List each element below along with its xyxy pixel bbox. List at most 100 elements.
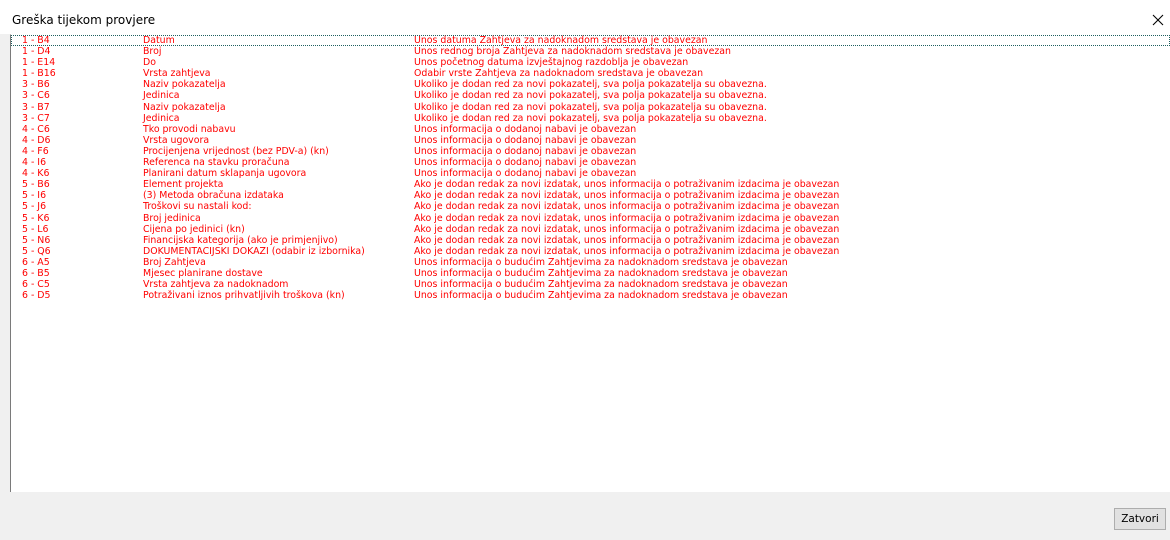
error-row[interactable]: 5 - Q6 DOKUMENTACIJSKI DOKAZI (odabir iz … xyxy=(11,246,1170,257)
error-message: Unos informacija o dodanoj nabavi je oba… xyxy=(414,123,637,135)
field-name: Troškovi su nastali kod: xyxy=(143,201,252,213)
error-message: Ako je dodan redak za novi izdatak, unos… xyxy=(414,190,840,202)
error-row[interactable]: 4 - D6 Vrsta ugovora Unos informacija o do… xyxy=(11,135,1170,146)
cell-reference: 3 - B7 xyxy=(22,101,50,113)
cell-reference: 5 - Q6 xyxy=(22,245,51,257)
error-row[interactable]: 4 - C6 Tko provodi nabavu Unos informacija… xyxy=(11,124,1170,135)
error-message: Unos početnog datuma izvještajnog razdob… xyxy=(414,57,689,69)
cell-reference: 3 - C7 xyxy=(22,112,50,124)
error-row[interactable]: 1 - B16 Vrsta zahtjeva Odabir vrste Zahtje… xyxy=(11,68,1170,79)
field-name: Jedinica xyxy=(143,90,180,102)
field-name: Tko provodi nabavu xyxy=(143,123,236,135)
error-row[interactable]: 4 - I6 Referenca na stavku proračuna Unos … xyxy=(11,157,1170,168)
error-message: Ako je dodan redak za novi izdatak, unos… xyxy=(414,201,840,213)
error-row[interactable]: 6 - A5 Broj Zahtjeva Unos informacija o bu… xyxy=(11,257,1170,268)
title-bar: Greška tijekom provjere xyxy=(0,0,1170,34)
error-message: Ukoliko je dodan red za novi pokazatelj,… xyxy=(414,90,767,102)
field-name: Broj jedinica xyxy=(143,212,201,224)
error-row[interactable]: 4 - K6 Planirani datum sklapanja ugovora U… xyxy=(11,168,1170,179)
cell-reference: 5 - J6 xyxy=(22,201,47,213)
field-name: Referenca na stavku proračuna xyxy=(143,157,290,169)
error-row[interactable]: 5 - N6 Financijska kategorija (ako je pri… xyxy=(11,235,1170,246)
cell-reference: 5 - I6 xyxy=(22,190,47,202)
error-message: Ako je dodan redak za novi izdatak, unos… xyxy=(414,179,840,191)
cell-reference: 1 - B16 xyxy=(22,68,56,80)
cell-reference: 3 - B6 xyxy=(22,79,50,91)
cell-reference: 5 - B6 xyxy=(22,179,50,191)
error-row[interactable]: 3 - C6 Jedinica Ukoliko je dodan red za no… xyxy=(11,90,1170,101)
field-name: DOKUMENTACIJSKI DOKAZI (odabir iz izborn… xyxy=(143,245,365,257)
cell-reference: 4 - C6 xyxy=(22,123,50,135)
error-message: Unos rednog broja Zahtjeva za nadoknadom… xyxy=(414,46,731,58)
field-name: Broj xyxy=(143,46,162,58)
error-row[interactable]: 5 - I6 (3) Metoda obračuna izdataka Ako je… xyxy=(11,190,1170,201)
cell-reference: 6 - D5 xyxy=(22,290,51,302)
error-row[interactable]: 3 - B6 Naziv pokazatelja Ukoliko je dodan … xyxy=(11,79,1170,90)
field-name: Naziv pokazatelja xyxy=(143,79,226,91)
error-message: Ukoliko je dodan red za novi pokazatelj,… xyxy=(414,101,767,113)
cell-reference: 4 - I6 xyxy=(22,157,47,169)
error-message: Unos informacija o budućim Zahtjevima za… xyxy=(414,267,788,279)
error-message: Odabir vrste Zahtjeva za nadoknadom sred… xyxy=(414,68,704,80)
error-message: Unos informacija o budućim Zahtjevima za… xyxy=(414,256,788,268)
zatvori-button[interactable]: Zatvori xyxy=(1114,508,1166,530)
error-row[interactable]: 6 - D5 Potraživani iznos prihvatljivih tr… xyxy=(11,290,1170,301)
cell-reference: 4 - F6 xyxy=(22,145,49,157)
close-icon xyxy=(1152,14,1164,26)
error-message: Unos informacija o budućim Zahtjevima za… xyxy=(414,290,788,302)
error-row[interactable]: 5 - K6 Broj jedinica Ako je dodan redak za… xyxy=(11,213,1170,224)
field-name: Mjesec planirane dostave xyxy=(143,267,263,279)
cell-reference: 4 - D6 xyxy=(22,134,51,146)
error-row[interactable]: 5 - B6 Element projekta Ako je dodan redak… xyxy=(11,179,1170,190)
cell-reference: 5 - K6 xyxy=(22,212,50,224)
field-name: Jedinica xyxy=(143,112,180,124)
error-row[interactable]: 3 - C7 Jedinica Ukoliko je dodan red za no… xyxy=(11,113,1170,124)
cell-reference: 6 - A5 xyxy=(22,256,50,268)
error-message: Unos informacija o dodanoj nabavi je oba… xyxy=(414,145,637,157)
error-row[interactable]: 1 - D4 Broj Unos rednog broja Zahtjeva za … xyxy=(11,46,1170,57)
error-row[interactable]: 1 - E14 Do Unos početnog datuma izvještajn… xyxy=(11,57,1170,68)
field-name: Do xyxy=(143,57,156,69)
error-message: Ukoliko je dodan red za novi pokazatelj,… xyxy=(414,112,767,124)
cell-reference: 5 - N6 xyxy=(22,234,51,246)
error-row[interactable]: 5 - J6 Troškovi su nastali kod: Ako je dod… xyxy=(11,201,1170,212)
error-message: Ako je dodan redak za novi izdatak, unos… xyxy=(414,212,840,224)
field-name: Vrsta zahtjeva xyxy=(143,68,211,80)
cell-reference: 1 - B4 xyxy=(22,35,50,46)
error-message: Ako je dodan redak za novi izdatak, unos… xyxy=(414,245,840,257)
error-list[interactable]: 1 - B4 Datum Unos datuma Zahtjeva za nadok… xyxy=(10,34,1170,492)
error-message: Unos informacija o dodanoj nabavi je oba… xyxy=(414,157,637,169)
error-row[interactable]: 4 - F6 Procijenjena vrijednost (bez PDV-a… xyxy=(11,146,1170,157)
close-window-button[interactable] xyxy=(1146,8,1170,32)
error-message: Ako je dodan redak za novi izdatak, unos… xyxy=(414,234,840,246)
field-name: Datum xyxy=(143,35,175,46)
field-name: Planirani datum sklapanja ugovora xyxy=(143,168,307,180)
cell-reference: 3 - C6 xyxy=(22,90,50,102)
error-message: Unos datuma Zahtjeva za nadoknadom sreds… xyxy=(414,35,708,46)
error-message: Unos informacija o dodanoj nabavi je oba… xyxy=(414,168,637,180)
error-row[interactable]: 3 - B7 Naziv pokazatelja Ukoliko je dodan … xyxy=(11,102,1170,113)
field-name: (3) Metoda obračuna izdataka xyxy=(143,190,284,202)
field-name: Potraživani iznos prihvatljivih troškova… xyxy=(143,290,345,302)
error-message: Ako je dodan redak za novi izdatak, unos… xyxy=(414,223,840,235)
error-row[interactable]: 5 - L6 Cijena po jedinici (kn) Ako je doda… xyxy=(11,224,1170,235)
cell-reference: 5 - L6 xyxy=(22,223,49,235)
field-name: Procijenjena vrijednost (bez PDV-a) (kn) xyxy=(143,145,329,157)
cell-reference: 1 - D4 xyxy=(22,46,51,58)
cell-reference: 4 - K6 xyxy=(22,168,50,180)
dialog-footer: Zatvori xyxy=(0,492,1170,540)
cell-reference: 6 - C5 xyxy=(22,279,50,291)
error-row[interactable]: 6 - C5 Vrsta zahtjeva za nadoknadom Unos i… xyxy=(11,279,1170,290)
error-message: Unos informacija o budućim Zahtjevima za… xyxy=(414,279,788,291)
validation-error-dialog: Greška tijekom provjere 1 - B4 Datum Unos … xyxy=(0,0,1170,540)
cell-reference: 1 - E14 xyxy=(22,57,56,69)
error-row[interactable]: 1 - B4 Datum Unos datuma Zahtjeva za nadok… xyxy=(11,35,1170,47)
field-name: Financijska kategorija (ako je primjenji… xyxy=(143,234,338,246)
field-name: Broj Zahtjeva xyxy=(143,256,206,268)
error-row[interactable]: 6 - B5 Mjesec planirane dostave Unos infor… xyxy=(11,268,1170,279)
field-name: Element projekta xyxy=(143,179,224,191)
cell-reference: 6 - B5 xyxy=(22,267,50,279)
field-name: Vrsta ugovora xyxy=(143,134,210,146)
error-message: Ukoliko je dodan red za novi pokazatelj,… xyxy=(414,79,767,91)
error-message: Unos informacija o dodanoj nabavi je oba… xyxy=(414,134,637,146)
